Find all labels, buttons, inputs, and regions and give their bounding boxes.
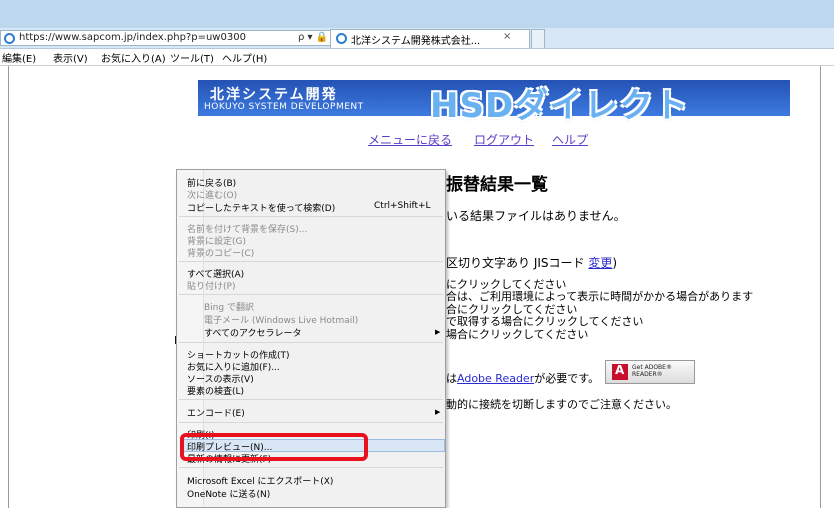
page-heading: 振替結果一覧	[446, 175, 548, 195]
ctx-all-accelerators[interactable]: すべてのアクセラレータ	[204, 326, 302, 339]
ctx-send-onenote[interactable]: OneNote に送る(N)	[187, 487, 270, 500]
logout-link[interactable]: ログアウト	[474, 131, 534, 148]
page-frame-left	[8, 66, 9, 508]
submenu-arrow-icon: ▶	[435, 328, 441, 336]
brand-name-en: HOKUYO SYSTEM DEVELOPMENT	[204, 102, 364, 112]
ctx-forward[interactable]: 次に進む(O)	[187, 188, 237, 201]
timeout-note: 動的に接続を切断しますのでご注意ください。	[446, 398, 677, 411]
format-change-link[interactable]: 変更	[588, 256, 612, 270]
ctx-paste[interactable]: 貼り付け(P)	[187, 279, 235, 292]
ctx-email[interactable]: 電子メール (Windows Live Hotmail)	[204, 313, 358, 326]
help-link[interactable]: ヘルプ	[552, 131, 588, 148]
menu-view[interactable]: 表示(V)	[53, 50, 88, 65]
ctx-export-excel[interactable]: Microsoft Excel にエクスポート(X)	[187, 474, 333, 487]
ctx-separator	[179, 422, 443, 423]
ie-logo-icon	[4, 33, 15, 44]
ctx-separator	[179, 294, 443, 295]
ctx-bing-translate[interactable]: Bing で翻訳	[204, 300, 254, 313]
site-banner: 北洋システム開発 HOKUYO SYSTEM DEVELOPMENT HSDダイ…	[198, 80, 790, 126]
tab-ie-icon	[336, 33, 347, 44]
brand-name-jp: 北洋システム開発	[210, 87, 338, 103]
ctx-separator	[179, 342, 443, 343]
ctx-copy-background[interactable]: 背景のコピー(C)	[187, 246, 254, 259]
product-logo: HSDダイレクト	[430, 86, 690, 126]
get-adobe-reader-button[interactable]: A Get ADOBE® READER®	[605, 360, 695, 384]
format-text: 区切り文字あり JISコード 変更)	[446, 256, 618, 270]
menu-favorites[interactable]: お気に入り(A)	[101, 50, 166, 65]
url-field[interactable]: https://www.sapcom.jp/index.php?p=uw0300…	[0, 30, 340, 46]
highlight-annotation-box	[180, 433, 368, 461]
submenu-arrow-icon: ▶	[435, 408, 441, 416]
adobe-reader-link[interactable]: Adobe Reader	[457, 372, 534, 385]
adobe-logo-icon: A	[612, 363, 628, 380]
adobe-button-label: Get ADOBE® READER®	[632, 364, 672, 378]
ctx-separator	[179, 467, 443, 468]
menu-tools[interactable]: ツール(T)	[170, 50, 214, 65]
menu-help[interactable]: ヘルプ(H)	[222, 50, 267, 65]
page-frame-right	[820, 66, 821, 508]
no-results-text: いる結果ファイルはありません。	[446, 209, 626, 223]
menu-edit[interactable]: 編集(E)	[2, 50, 36, 65]
ctx-separator	[179, 216, 443, 217]
instruction-5: 場合にクリックしてください	[446, 328, 589, 341]
ctx-encoding[interactable]: エンコード(E)	[187, 406, 245, 419]
url-text[interactable]: https://www.sapcom.jp/index.php?p=uw0300	[19, 32, 246, 43]
ctx-search-copied[interactable]: コピーしたテキストを使って検索(D)	[187, 201, 335, 214]
menu-bar: 編集(E) 表示(V) お気に入り(A) ツール(T) ヘルプ(H)	[0, 49, 834, 66]
back-to-menu-link[interactable]: メニューに戻る	[368, 131, 452, 148]
ctx-inspect-element[interactable]: 要素の検査(L)	[187, 384, 244, 397]
adobe-notice: はAdobe Readerが必要です。	[446, 372, 600, 385]
ctx-separator	[179, 261, 443, 262]
new-tab-button[interactable]	[531, 29, 545, 48]
tab-title: 北洋システム開発株式会社...	[351, 36, 481, 47]
window-title-bar	[0, 0, 834, 28]
browser-tab[interactable]: 北洋システム開発株式会社... ×	[330, 29, 530, 48]
close-tab-icon[interactable]: ×	[503, 31, 511, 42]
ctx-search-shortcut: Ctrl+Shift+L	[374, 201, 431, 211]
ctx-separator	[179, 399, 443, 400]
